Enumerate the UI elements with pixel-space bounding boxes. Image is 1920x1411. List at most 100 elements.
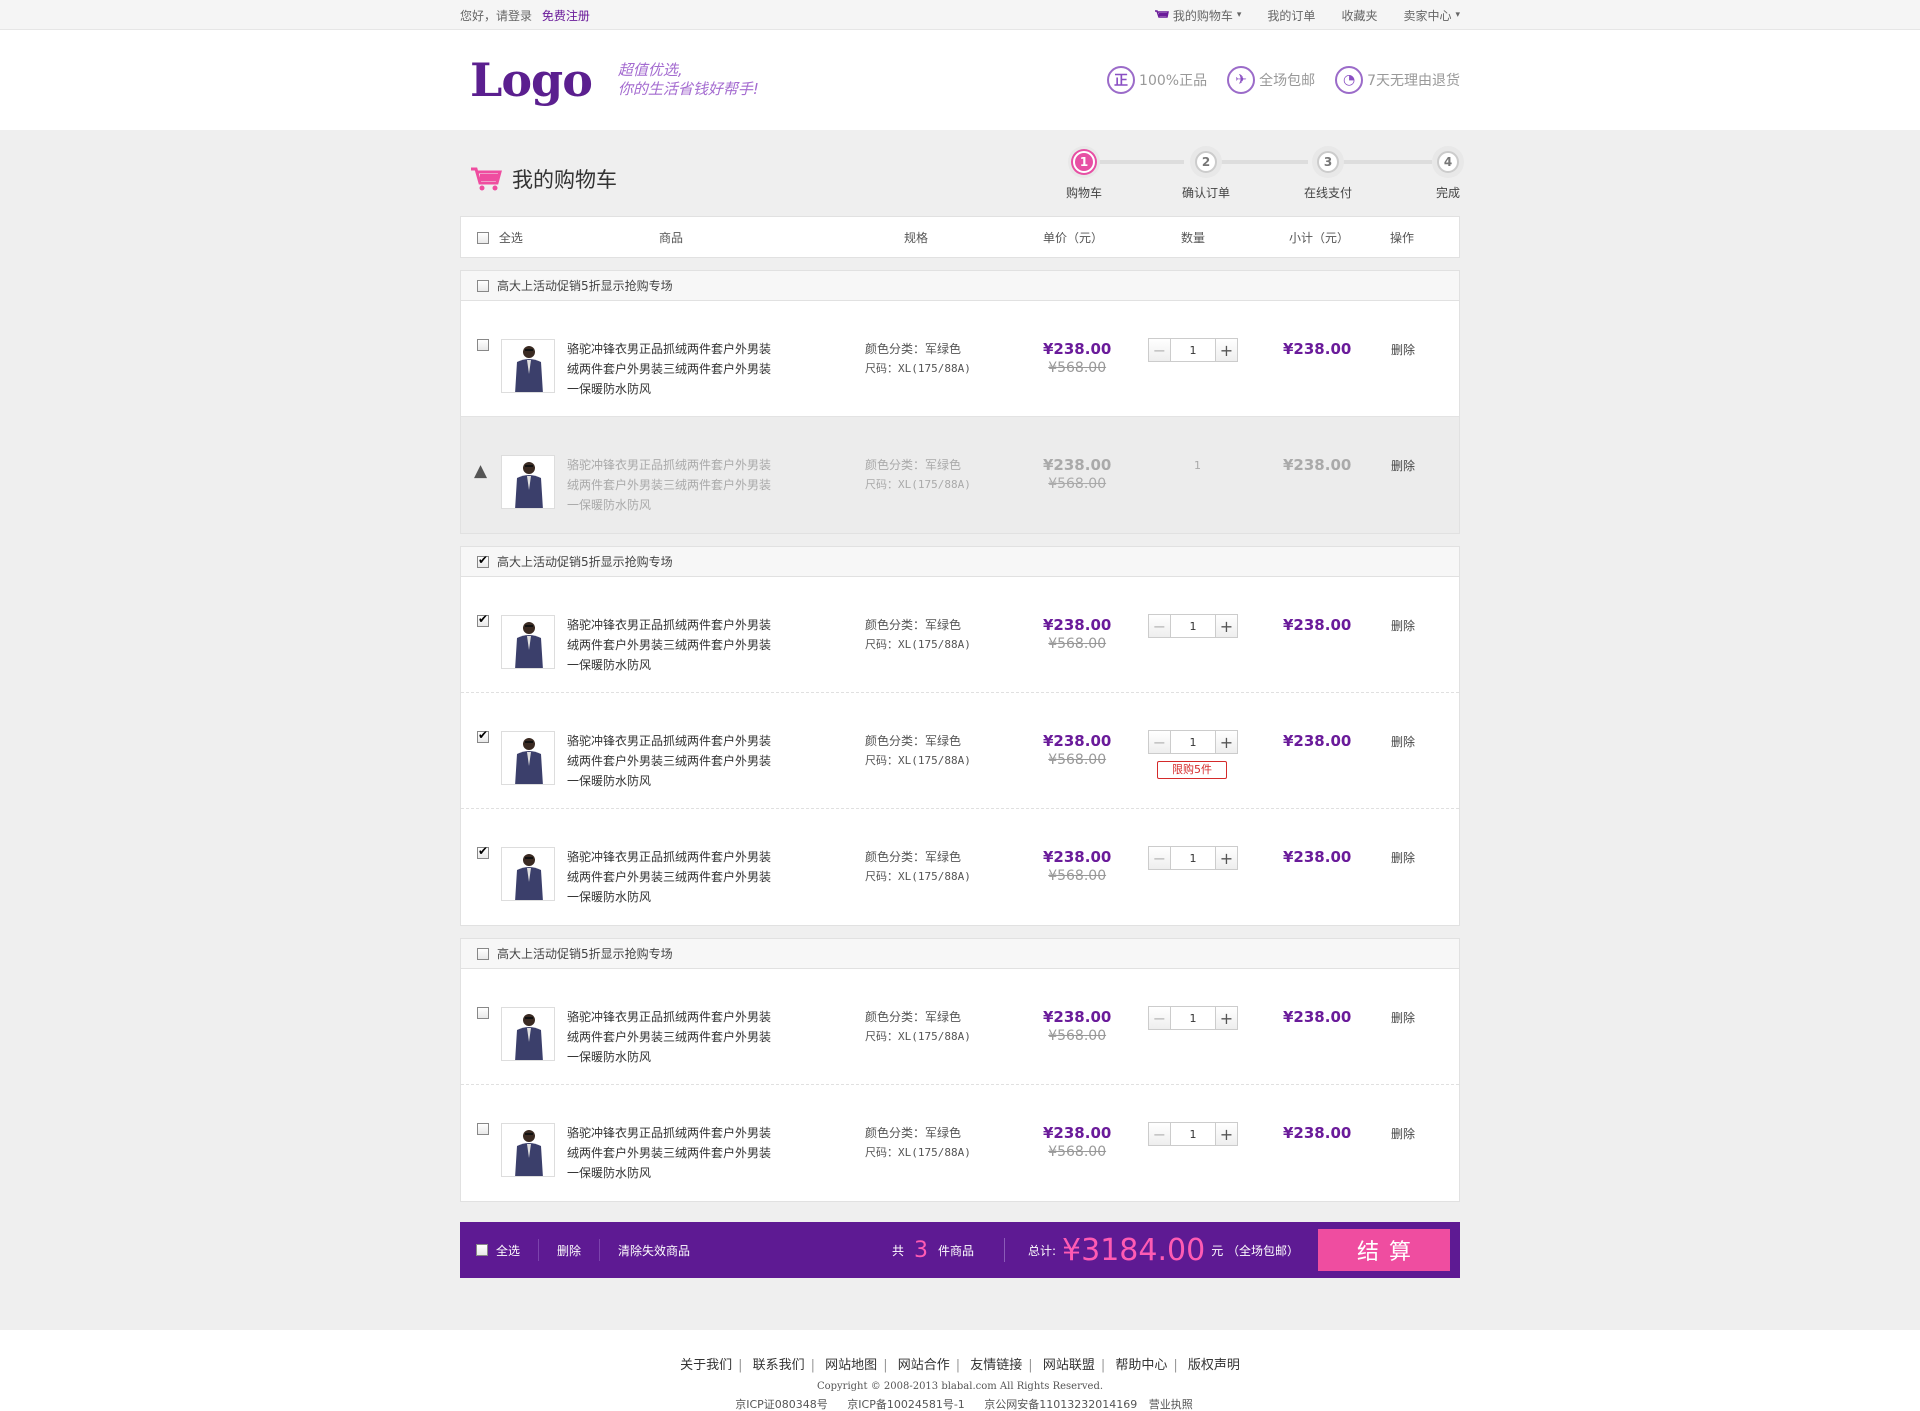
- group-checkbox[interactable]: [477, 947, 489, 960]
- product-name-link[interactable]: 骆驼冲锋衣男正品抓绒两件套户外男装 绒两件套户外男装三绒两件套户外男装 一保暖防水防…: [567, 1123, 777, 1183]
- product-thumbnail[interactable]: [501, 1123, 555, 1177]
- cart-icon: [1154, 10, 1169, 18]
- seller-center-menu[interactable]: 卖家中心 ▾: [1403, 7, 1460, 24]
- unit-price: ¥238.00 ¥568.00: [1043, 339, 1111, 377]
- decrease-button[interactable]: −: [1149, 1007, 1171, 1029]
- authentic-icon: 正: [1107, 66, 1136, 94]
- item-checkbox[interactable]: [477, 1123, 489, 1135]
- spec-size: 尺码：XL(175/88A): [865, 362, 971, 375]
- spec-color: 颜色分类：军绿色: [865, 1126, 962, 1140]
- decrease-button[interactable]: −: [1149, 339, 1171, 361]
- guarantee-free-shipping: ✈ 全场包邮: [1227, 66, 1315, 94]
- delete-item-link[interactable]: 删除: [1391, 341, 1415, 358]
- group-header[interactable]: 高大上活动促销5折显示抢购专场: [461, 271, 1459, 301]
- greeting-login-link[interactable]: 您好，请登录: [460, 9, 532, 23]
- footer-link-friend-links[interactable]: 友情链接: [970, 1358, 1022, 1373]
- quantity-input[interactable]: 1: [1171, 847, 1215, 869]
- product-name-link[interactable]: 骆驼冲锋衣男正品抓绒两件套户外男装 绒两件套户外男装三绒两件套户外男装 一保暖防水防…: [567, 1007, 777, 1067]
- increase-button[interactable]: +: [1215, 339, 1237, 361]
- group-checkbox[interactable]: [477, 553, 489, 568]
- product-name-link[interactable]: 骆驼冲锋衣男正品抓绒两件套户外男装 绒两件套户外男装三绒两件套户外男装 一保暖防水防…: [567, 847, 777, 907]
- footer-link-alliance[interactable]: 网站联盟: [1043, 1358, 1095, 1373]
- my-orders-link[interactable]: 我的订单: [1267, 7, 1315, 24]
- product-photo: [515, 738, 543, 784]
- total-amount: ¥3184.00: [1062, 1232, 1206, 1268]
- unit-price: ¥238.00 ¥568.00: [1043, 1123, 1111, 1161]
- footer-link-help[interactable]: 帮助中心: [1115, 1358, 1167, 1373]
- quantity-input[interactable]: 1: [1171, 731, 1215, 753]
- increase-button[interactable]: +: [1215, 1123, 1237, 1145]
- item-checkbox[interactable]: [477, 1007, 489, 1019]
- product-name-line: 一保暖防水防风: [567, 498, 652, 512]
- footer-link-copyright[interactable]: 版权声明: [1188, 1358, 1240, 1373]
- quantity-input[interactable]: 1: [1171, 1123, 1215, 1145]
- delete-item-link[interactable]: 删除: [1391, 1009, 1415, 1026]
- spec-size: 尺码：XL(175/88A): [865, 870, 971, 883]
- register-link[interactable]: 免费注册: [542, 9, 590, 23]
- product-thumbnail[interactable]: [501, 615, 555, 669]
- guarantee-label: 全场包邮: [1259, 73, 1316, 89]
- product-thumbnail[interactable]: [501, 731, 555, 785]
- delete-item-link[interactable]: 删除: [1391, 849, 1415, 866]
- select-all-bottom-label[interactable]: 全选: [496, 1242, 520, 1259]
- decrease-button[interactable]: −: [1149, 615, 1171, 637]
- footer-link-cooperation[interactable]: 网站合作: [898, 1358, 950, 1373]
- icp-info: 京ICP证080348号 京ICP备10024581号-1 京公网安备11013…: [0, 1396, 1920, 1411]
- product-thumbnail[interactable]: [501, 339, 555, 393]
- cart-group: 高大上活动促销5折显示抢购专场 骆驼冲锋衣男正品抓绒两件套户外男装绒两件套户外男…: [460, 270, 1460, 534]
- group-header[interactable]: 高大上活动促销5折显示抢购专场: [461, 939, 1459, 969]
- increase-button[interactable]: +: [1215, 1007, 1237, 1029]
- cart-item-row: 骆驼冲锋衣男正品抓绒两件套户外男装绒两件套户外男装三绒两件套户外男装一保暖防水防…: [461, 1085, 1459, 1201]
- product-thumbnail[interactable]: [501, 847, 555, 901]
- decrease-button[interactable]: −: [1149, 1123, 1171, 1145]
- product-name-link[interactable]: 骆驼冲锋衣男正品抓绒两件套户外男装 绒两件套户外男装三绒两件套户外男装 一保暖防水防…: [567, 615, 777, 675]
- clear-invalid-link[interactable]: 清除失效商品: [618, 1242, 690, 1259]
- business-license-link[interactable]: 营业执照: [1149, 1398, 1193, 1411]
- increase-button[interactable]: +: [1215, 615, 1237, 637]
- select-all-header[interactable]: 全选: [477, 229, 523, 246]
- group-checkbox[interactable]: [477, 279, 489, 292]
- quantity-input[interactable]: 1: [1171, 615, 1215, 637]
- delete-item-link[interactable]: 删除: [1391, 1125, 1415, 1142]
- cart-group: 高大上活动促销5折显示抢购专场 骆驼冲锋衣男正品抓绒两件套户外男装绒两件套户外男…: [460, 938, 1460, 1202]
- item-checkbox[interactable]: [477, 339, 489, 351]
- product-thumbnail[interactable]: [501, 455, 555, 509]
- item-checkbox[interactable]: [477, 728, 489, 743]
- my-cart-menu[interactable]: 我的购物车 ▾: [1154, 7, 1242, 24]
- delete-item-link[interactable]: 删除: [1391, 457, 1415, 474]
- item-checkbox[interactable]: [477, 844, 489, 859]
- current-price: ¥238.00: [1043, 340, 1112, 358]
- select-all-checkbox[interactable]: [477, 232, 489, 244]
- favorites-link[interactable]: 收藏夹: [1341, 7, 1377, 24]
- group-title: 高大上活动促销5折显示抢购专场: [497, 947, 673, 961]
- step-complete: 4 完成: [1418, 146, 1478, 201]
- product-thumbnail[interactable]: [501, 1007, 555, 1061]
- delete-selected-link[interactable]: 删除: [557, 1242, 581, 1259]
- spec-color: 颜色分类：军绿色: [865, 618, 962, 632]
- original-price: ¥568.00: [1048, 476, 1107, 492]
- checkout-button[interactable]: 结算: [1318, 1229, 1450, 1271]
- logo[interactable]: Logo: [470, 53, 593, 107]
- quantity-input[interactable]: 1: [1171, 1007, 1215, 1029]
- increase-button[interactable]: +: [1215, 731, 1237, 753]
- quantity-input[interactable]: 1: [1171, 339, 1215, 361]
- group-header[interactable]: 高大上活动促销5折显示抢购专场: [461, 547, 1459, 577]
- delete-item-link[interactable]: 删除: [1391, 733, 1415, 750]
- footer-link-sitemap[interactable]: 网站地图: [825, 1358, 877, 1373]
- original-price: ¥568.00: [1048, 1028, 1107, 1044]
- product-name-line: 绒两件套户外男装三绒两件套户外男装: [567, 1030, 772, 1044]
- product-name-link[interactable]: 骆驼冲锋衣男正品抓绒两件套户外男装 绒两件套户外男装三绒两件套户外男装 一保暖防水防…: [567, 339, 777, 399]
- icp-record: 京ICP备10024581号-1: [847, 1398, 965, 1411]
- decrease-button[interactable]: −: [1149, 731, 1171, 753]
- delete-item-link[interactable]: 删除: [1391, 617, 1415, 634]
- footer-link-contact[interactable]: 联系我们: [753, 1358, 805, 1373]
- product-name-link[interactable]: 骆驼冲锋衣男正品抓绒两件套户外男装 绒两件套户外男装三绒两件套户外男装 一保暖防水防…: [567, 731, 777, 791]
- product-name-link[interactable]: 骆驼冲锋衣男正品抓绒两件套户外男装 绒两件套户外男装三绒两件套户外男装 一保暖防水防…: [567, 455, 777, 515]
- chevron-down-icon: ▾: [1236, 10, 1242, 20]
- item-checkbox[interactable]: [477, 612, 489, 627]
- footer-link-about[interactable]: 关于我们: [680, 1358, 732, 1373]
- select-all-checkbox-bottom[interactable]: [476, 1244, 488, 1256]
- checkout-bar: 全选 删除 清除失效商品 共 3 件商品 总计: ¥3184.00 元 （全场包…: [460, 1222, 1460, 1278]
- increase-button[interactable]: +: [1215, 847, 1237, 869]
- decrease-button[interactable]: −: [1149, 847, 1171, 869]
